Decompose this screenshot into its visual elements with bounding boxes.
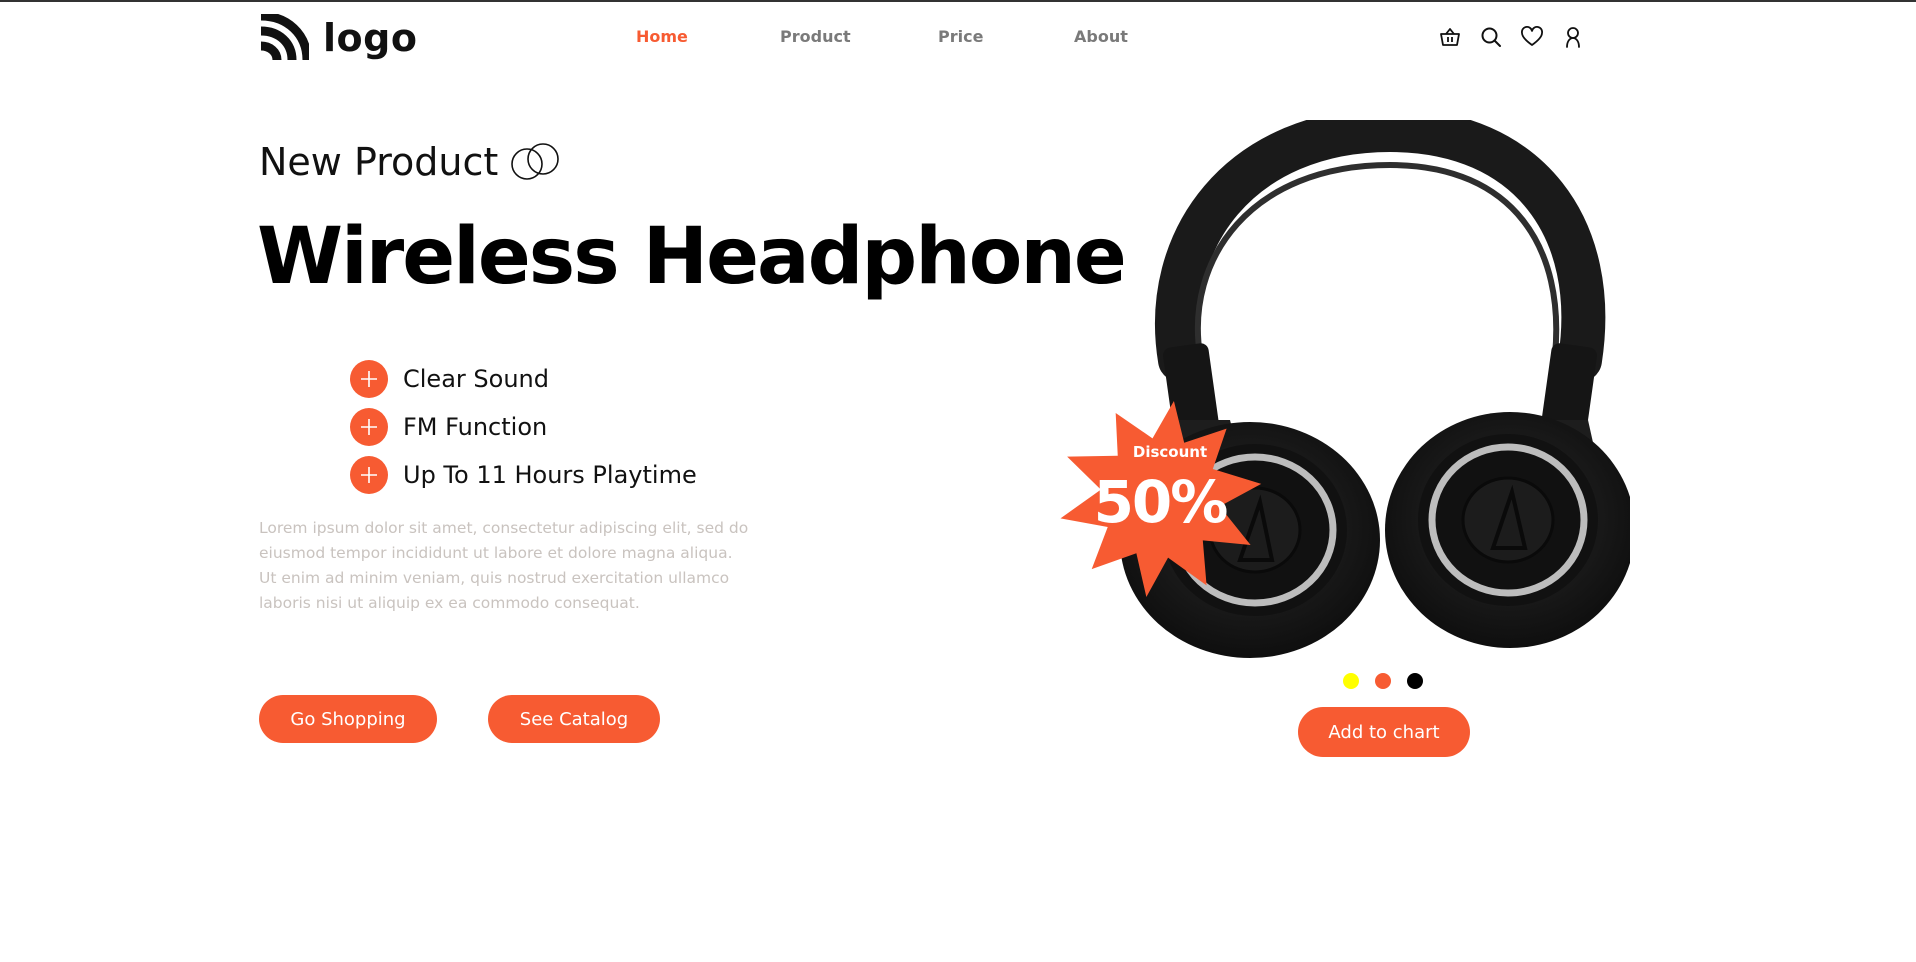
- add-to-chart-button[interactable]: Add to chart: [1298, 707, 1470, 757]
- rings-icon: [511, 143, 560, 180]
- nav-home[interactable]: Home: [636, 27, 688, 46]
- feature-label: Up To 11 Hours Playtime: [403, 461, 697, 489]
- nav-about[interactable]: About: [1074, 27, 1128, 46]
- hero-description: Lorem ipsum dolor sit amet, consectetur …: [259, 519, 749, 612]
- top-border: [0, 0, 1916, 2]
- feature-item: Clear Sound: [350, 355, 697, 403]
- go-shopping-button[interactable]: Go Shopping: [259, 695, 437, 743]
- feature-label: FM Function: [403, 413, 548, 441]
- heart-icon[interactable]: [1520, 25, 1544, 49]
- swatch-yellow[interactable]: [1343, 673, 1359, 689]
- feature-item: FM Function: [350, 403, 697, 451]
- badge-label: Discount: [1132, 443, 1208, 461]
- nav-product[interactable]: Product: [780, 27, 851, 46]
- feature-label: Clear Sound: [403, 365, 549, 393]
- badge-value: 50%: [1093, 468, 1229, 536]
- plus-icon: [350, 408, 388, 446]
- hero-subtitle: New Product: [259, 140, 562, 184]
- basket-icon[interactable]: [1438, 25, 1462, 49]
- plus-icon: [350, 456, 388, 494]
- user-icon[interactable]: [1561, 25, 1585, 49]
- subtitle-text: New Product: [259, 140, 499, 184]
- discount-badge: Discount 50%: [1058, 400, 1262, 600]
- header-icons: [1438, 25, 1585, 49]
- feature-list: Clear Sound FM Function Up To 11 Hours P…: [350, 355, 697, 499]
- feature-item: Up To 11 Hours Playtime: [350, 451, 697, 499]
- swatch-black[interactable]: [1407, 673, 1423, 689]
- search-icon[interactable]: [1479, 25, 1503, 49]
- hero-title: Wireless Headphone: [257, 212, 1127, 302]
- plus-icon: [350, 360, 388, 398]
- nav-price[interactable]: Price: [938, 27, 983, 46]
- color-swatches: [1343, 673, 1423, 689]
- main-nav: Home Product Price About: [0, 27, 1916, 51]
- see-catalog-button[interactable]: See Catalog: [488, 695, 660, 743]
- swatch-orange[interactable]: [1375, 673, 1391, 689]
